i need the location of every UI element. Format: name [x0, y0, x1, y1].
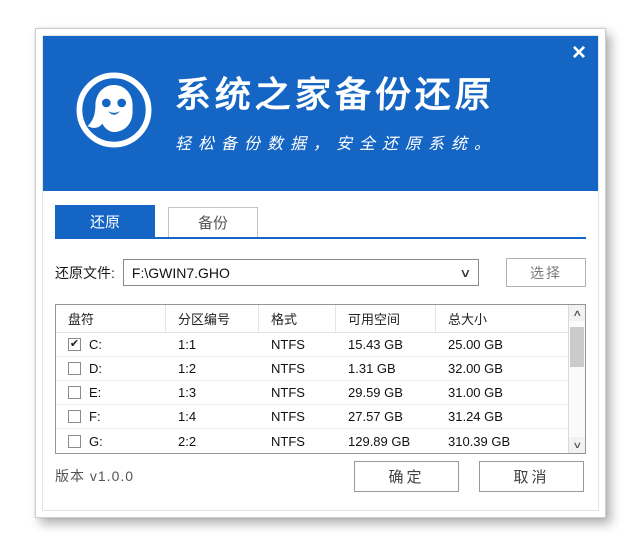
- scrollbar-track[interactable]: [569, 321, 585, 437]
- partition-id: 1:4: [166, 405, 259, 428]
- total-size-value: 31.24 GB: [436, 405, 568, 428]
- window-inner-frame: × 系统之家备份还原 轻松备份数据，安全还原系统。: [42, 35, 599, 511]
- free-space-value: 129.89 GB: [336, 429, 436, 453]
- row-checkbox[interactable]: ✔: [68, 435, 81, 448]
- free-space-value: 27.57 GB: [336, 405, 436, 428]
- check-icon: ✔: [70, 339, 79, 350]
- partition-table-body: 盘符 分区编号 格式 可用空间 总大小 ✔ C: 1:1: [56, 305, 568, 453]
- scroll-up-icon[interactable]: ∧: [569, 305, 585, 321]
- total-size-value: 25.00 GB: [436, 333, 568, 356]
- chevron-down-icon[interactable]: ∨: [459, 266, 471, 280]
- total-size-value: 310.39 GB: [436, 429, 568, 453]
- drive-letter: E:: [89, 385, 101, 400]
- partition-id: 1:3: [166, 381, 259, 404]
- column-header-format: 格式: [259, 305, 336, 332]
- footer-button-group: 确定 取消: [354, 461, 584, 492]
- total-size-value: 31.00 GB: [436, 381, 568, 404]
- table-row[interactable]: ✔ E: 1:3 NTFS 29.59 GB 31.00 GB: [56, 381, 568, 405]
- column-header-free-space: 可用空间: [336, 305, 436, 332]
- drive-letter: F:: [89, 409, 101, 424]
- tab-restore[interactable]: 还原: [55, 205, 155, 237]
- row-checkbox[interactable]: ✔: [68, 362, 81, 375]
- row-checkbox[interactable]: ✔: [68, 338, 81, 351]
- free-space-value: 29.59 GB: [336, 381, 436, 404]
- column-header-partition: 分区编号: [166, 305, 259, 332]
- restore-file-value: F:\GWIN7.GHO: [132, 265, 230, 281]
- column-header-drive: 盘符: [56, 305, 166, 332]
- table-header-row: 盘符 分区编号 格式 可用空间 总大小: [56, 305, 568, 333]
- scroll-down-icon[interactable]: ∨: [569, 437, 585, 453]
- drive-letter: D:: [89, 361, 102, 376]
- format-value: NTFS: [259, 381, 336, 404]
- version-label: 版本 v1.0.0: [55, 466, 134, 486]
- cancel-button[interactable]: 取消: [479, 461, 584, 492]
- partition-id: 1:2: [166, 357, 259, 380]
- restore-file-combobox[interactable]: F:\GWIN7.GHO ∨: [123, 259, 479, 286]
- table-row[interactable]: ✔ C: 1:1 NTFS 15.43 GB 25.00 GB: [56, 333, 568, 357]
- dialog-footer: 版本 v1.0.0 确定 取消: [55, 460, 586, 492]
- format-value: NTFS: [259, 333, 336, 356]
- app-subtitle: 轻松备份数据，安全还原系统。: [175, 130, 497, 154]
- partition-id: 2:2: [166, 429, 259, 453]
- partition-id: 1:1: [166, 333, 259, 356]
- ghost-logo-icon: [73, 69, 155, 151]
- restore-file-label: 还原文件:: [55, 263, 115, 283]
- drive-letter: C:: [89, 337, 102, 352]
- table-row[interactable]: ✔ F: 1:4 NTFS 27.57 GB 31.24 GB: [56, 405, 568, 429]
- scrollbar-thumb[interactable]: [570, 327, 584, 367]
- tab-backup[interactable]: 备份: [168, 207, 258, 237]
- table-row[interactable]: ✔ D: 1:2 NTFS 1.31 GB 32.00 GB: [56, 357, 568, 381]
- tab-bar: 还原 备份: [55, 205, 586, 239]
- table-scrollbar[interactable]: ∧ ∨: [568, 305, 585, 453]
- table-row[interactable]: ✔ G: 2:2 NTFS 129.89 GB 310.39 GB: [56, 429, 568, 453]
- title-block: 系统之家备份还原 轻松备份数据，安全还原系统。: [175, 66, 497, 154]
- app-header-banner: × 系统之家备份还原 轻松备份数据，安全还原系统。: [43, 36, 598, 191]
- app-title: 系统之家备份还原: [174, 66, 498, 118]
- close-icon[interactable]: ×: [572, 41, 586, 65]
- main-content: 还原 备份 还原文件: F:\GWIN7.GHO ∨ 选择 盘符: [43, 191, 598, 510]
- format-value: NTFS: [259, 429, 336, 453]
- row-checkbox[interactable]: ✔: [68, 410, 81, 423]
- row-checkbox[interactable]: ✔: [68, 386, 81, 399]
- total-size-value: 32.00 GB: [436, 357, 568, 380]
- free-space-value: 15.43 GB: [336, 333, 436, 356]
- format-value: NTFS: [259, 357, 336, 380]
- desktop-background: × 系统之家备份还原 轻松备份数据，安全还原系统。: [0, 0, 640, 545]
- free-space-value: 1.31 GB: [336, 357, 436, 380]
- select-file-button[interactable]: 选择: [506, 258, 586, 287]
- restore-file-row: 还原文件: F:\GWIN7.GHO ∨ 选择: [55, 258, 586, 287]
- ok-button[interactable]: 确定: [354, 461, 459, 492]
- drive-letter: G:: [89, 434, 103, 449]
- brand-block: 系统之家备份还原 轻松备份数据，安全还原系统。: [43, 36, 598, 154]
- column-header-total-size: 总大小: [436, 305, 568, 332]
- format-value: NTFS: [259, 405, 336, 428]
- app-window: × 系统之家备份还原 轻松备份数据，安全还原系统。: [35, 28, 606, 518]
- partition-table: 盘符 分区编号 格式 可用空间 总大小 ✔ C: 1:1: [55, 304, 586, 454]
